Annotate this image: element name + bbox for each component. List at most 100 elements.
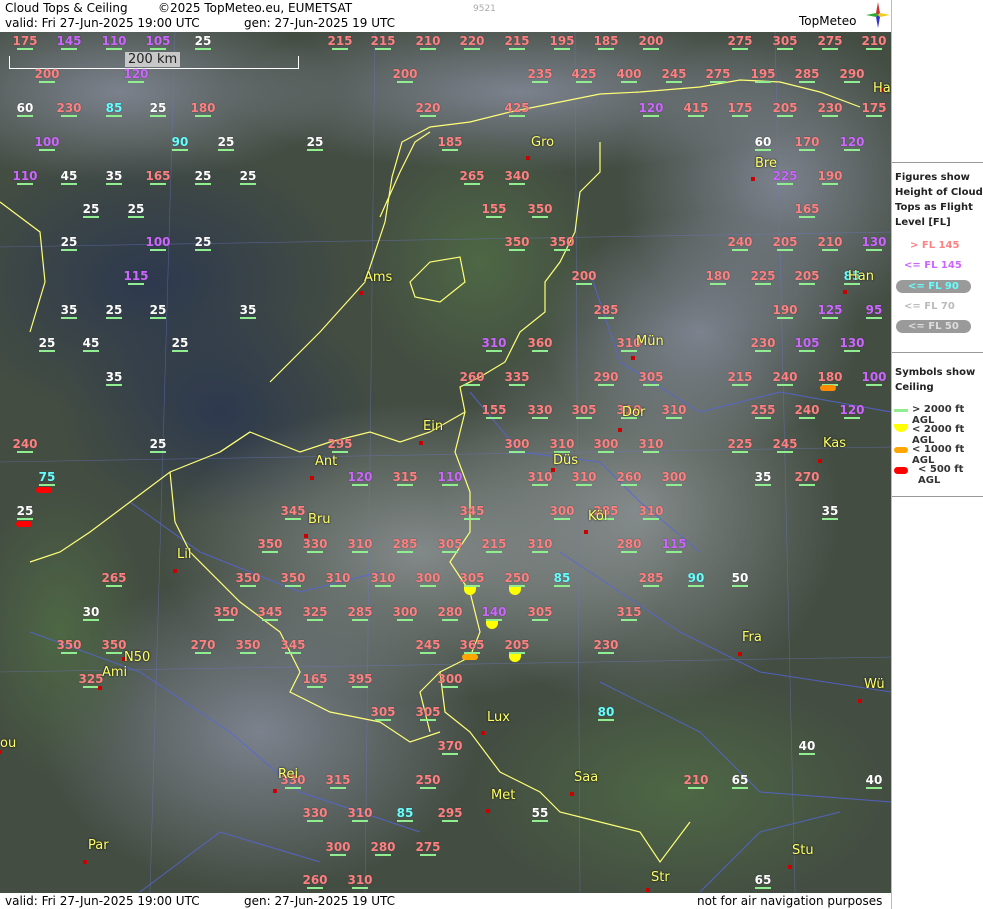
cloud-top-value: 180 [190,101,216,117]
city-marker [858,699,862,703]
ceiling-bar [643,48,659,50]
ceiling-bar [643,518,659,520]
ceiling-bar [755,81,771,83]
ceiling-bar [285,787,301,789]
ceiling-bar [486,551,502,553]
city-name: Mün [636,334,664,349]
ceiling-bar [777,451,793,453]
city-marker [481,731,485,735]
ceiling-bar [799,216,815,218]
cloud-top-value: 260 [302,873,328,889]
city-marker [738,652,742,656]
ceiling-bar [710,81,726,83]
ceiling-bar [509,451,525,453]
ceiling-bar [61,249,77,251]
cloud-top-value: 165 [302,672,328,688]
copyright-text: ©2025 TopMeteo.eu, EUMETSAT [158,1,353,15]
cloud-top-value: 60 [754,135,772,151]
ceiling-bar [844,350,860,352]
cloud-top-value: 295 [327,437,353,453]
cloud-top-value: 230 [817,101,843,117]
cloud-top-value: 350 [527,202,553,218]
cloud-top-value: 155 [481,202,507,218]
cloud-top-value: 215 [370,34,396,50]
ceiling-bar [262,619,278,621]
cloud-top-value: 245 [661,67,687,83]
cloud-top-value: 415 [683,101,709,117]
satellite-map[interactable]: 200 km 175 145 110 105 25 215 215 210 220 215 195 1… [0,32,891,893]
ceiling-bar [240,585,256,587]
cloud-top-value: 265 [459,169,485,185]
city-marker [359,291,363,295]
legend-panel: Figures show Height of Cloud Tops as Fli… [891,0,983,909]
cloud-top-value: 225 [750,269,776,285]
cloud-top-value: 300 [437,672,463,688]
cloud-top-value: 25 [38,336,56,352]
ceiling-bar [688,585,704,587]
ceiling-bar [732,451,748,453]
ceiling-bar [532,820,548,822]
cloud-top-value: 315 [616,605,642,621]
ceiling-bar [844,81,860,83]
ceiling-bar [375,585,391,587]
cloud-top-value: 310 [347,873,373,889]
cloud-top-value: 30 [82,605,100,621]
cloud-top-value: 100 [861,370,887,386]
cloud-top-value: 310 [571,470,597,486]
cloud-top-value: 280 [616,537,642,553]
cloud-top-value: 425 [571,67,597,83]
ceiling-bar [464,518,480,520]
ceiling-bar [732,787,748,789]
cloud-top-value: 285 [593,303,619,319]
cloud-top-value: 205 [772,101,798,117]
ceiling-bar [17,451,33,453]
city-marker [788,865,792,869]
cloud-top-value: 240 [772,370,798,386]
cloud-top-value: 315 [392,470,418,486]
ceiling-bar [17,115,33,117]
tops-title-line: Level [FL] [895,217,951,228]
ceiling-bar [799,350,815,352]
cloud-top-value: 310 [370,571,396,587]
ceiling-bar [352,887,368,889]
cloud-top-value: 300 [593,437,619,453]
cloud-top-value: 120 [123,67,149,83]
ceiling-bar [262,551,278,553]
ceiling-bar [420,585,436,587]
ceiling-bar [442,619,458,621]
cloud-top-value: 195 [549,34,575,50]
ceiling-bar [464,183,480,185]
ceiling-bar [420,115,436,117]
cloud-top-value: 305 [772,34,798,50]
cloud-top-value: 200 [571,269,597,285]
ceiling-bar [397,484,413,486]
cloud-top-value: 35 [105,370,123,386]
ceiling-bar [532,350,548,352]
cloud-top-value: 175 [727,101,753,117]
cloud-top-value: 195 [750,67,776,83]
legend-ceiling-below-2000: < 2000 ft AGL [912,424,965,446]
ceiling-bar [307,887,323,889]
ceiling-bar [532,484,548,486]
cloud-top-value: 310 [347,806,373,822]
ceiling-bar [532,417,548,419]
ceiling-bar [532,551,548,553]
cloud-top-value: 240 [12,437,38,453]
cloud-top-value: 350 [56,638,82,654]
cloud-top-value: 100 [145,235,171,251]
ceiling-bar [128,283,144,285]
ceiling-bar [375,854,391,856]
cloud-top-value: 370 [437,739,463,755]
ceiling-bar [375,48,391,50]
ceiling-bar [822,518,838,520]
ceiling-bar [352,551,368,553]
cloud-top-value: 35 [239,303,257,319]
cloud-top-value: 275 [705,67,731,83]
cloud-top-value: 40 [798,739,816,755]
cloud-top-value: 25 [239,169,257,185]
ceiling-bar [128,81,144,83]
cloud-top-value: 185 [593,34,619,50]
cloud-top-value: 300 [549,504,575,520]
cloud-top-value: 330 [302,537,328,553]
cloud-top-value: 80 [597,705,615,721]
